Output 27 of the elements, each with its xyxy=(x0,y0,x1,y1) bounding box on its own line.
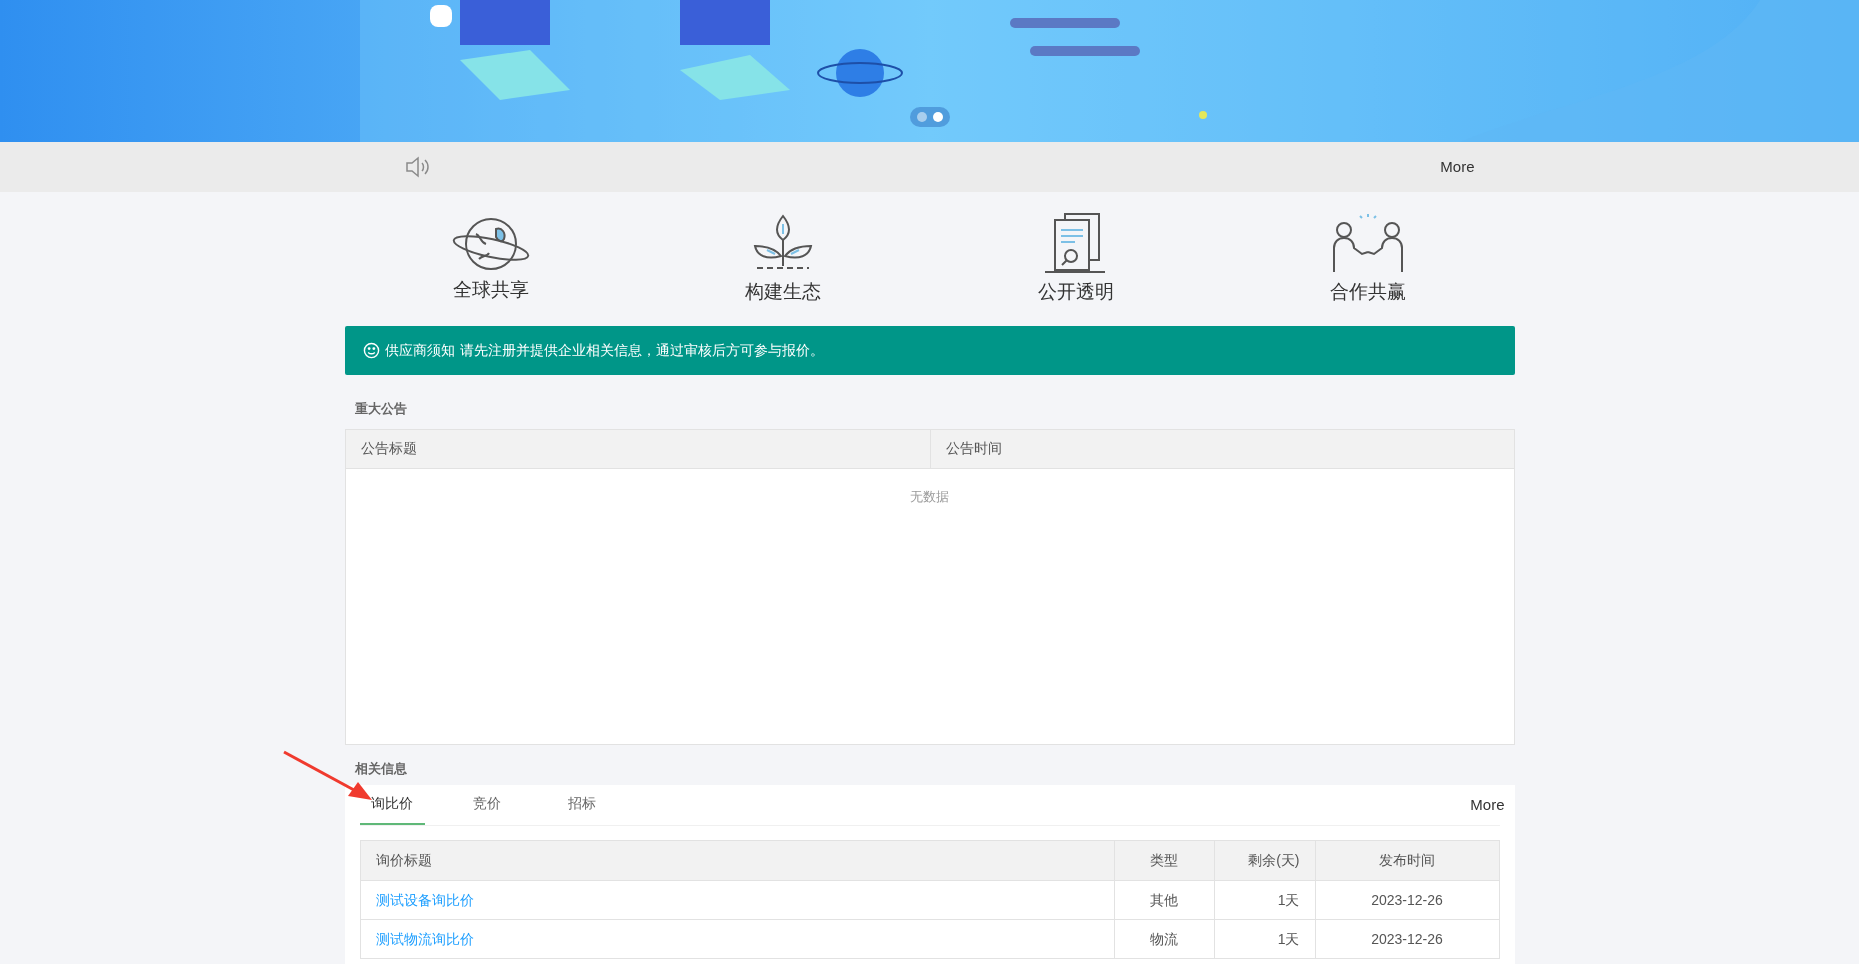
tab[interactable]: 招标 xyxy=(549,784,615,825)
smiley-icon xyxy=(362,342,380,359)
speaker-icon xyxy=(404,155,431,179)
alert-title: 供应商须知 xyxy=(384,341,455,360)
table-cell-text: 2023-12-26 xyxy=(1371,929,1443,949)
column-header: 询价标题 xyxy=(374,851,433,870)
table-cell-text: 1天 xyxy=(1277,929,1300,949)
table-cell-text: 2023-12-26 xyxy=(1371,890,1443,910)
table-cell-text: 物流 xyxy=(1150,929,1178,949)
table-cell-text: 1天 xyxy=(1277,890,1300,910)
section-heading: 重大公告 xyxy=(353,400,408,418)
feature-label: 公开透明 xyxy=(1037,279,1114,304)
column-header: 剩余(天) xyxy=(1213,841,1315,880)
feature-label: 构建生态 xyxy=(745,279,822,304)
tab[interactable]: 竞价 xyxy=(454,784,520,825)
column-header: 公告时间 xyxy=(929,429,1514,468)
more-link[interactable]: More xyxy=(1470,793,1505,817)
feature-label: 全球共享 xyxy=(452,277,529,302)
table-cell-text: 其他 xyxy=(1150,890,1178,910)
feature-label: 合作共赢 xyxy=(1330,279,1407,304)
column-header: 公告标题 xyxy=(359,439,418,458)
alert-text: 请先注册并提供企业相关信息，通过审核后方可参与报价。 xyxy=(459,341,824,360)
section-heading: 相关信息 xyxy=(353,759,408,778)
more-link[interactable]: More xyxy=(1440,155,1475,179)
column-header: 类型 xyxy=(1113,841,1214,880)
column-header: 发布时间 xyxy=(1314,841,1499,880)
empty-message: 无数据 xyxy=(910,487,949,506)
